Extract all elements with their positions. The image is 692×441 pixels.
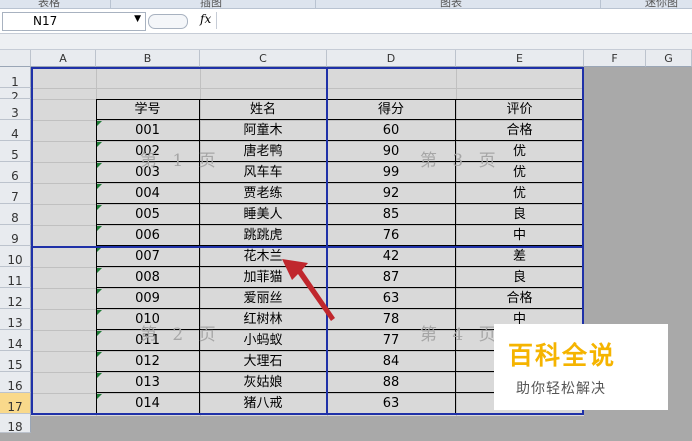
logo-subtitle: 助你轻松解决 xyxy=(516,381,606,397)
logo-title: 百科全说 xyxy=(508,341,617,370)
site-logo: 百科全说 助你轻松解决 xyxy=(494,324,668,410)
